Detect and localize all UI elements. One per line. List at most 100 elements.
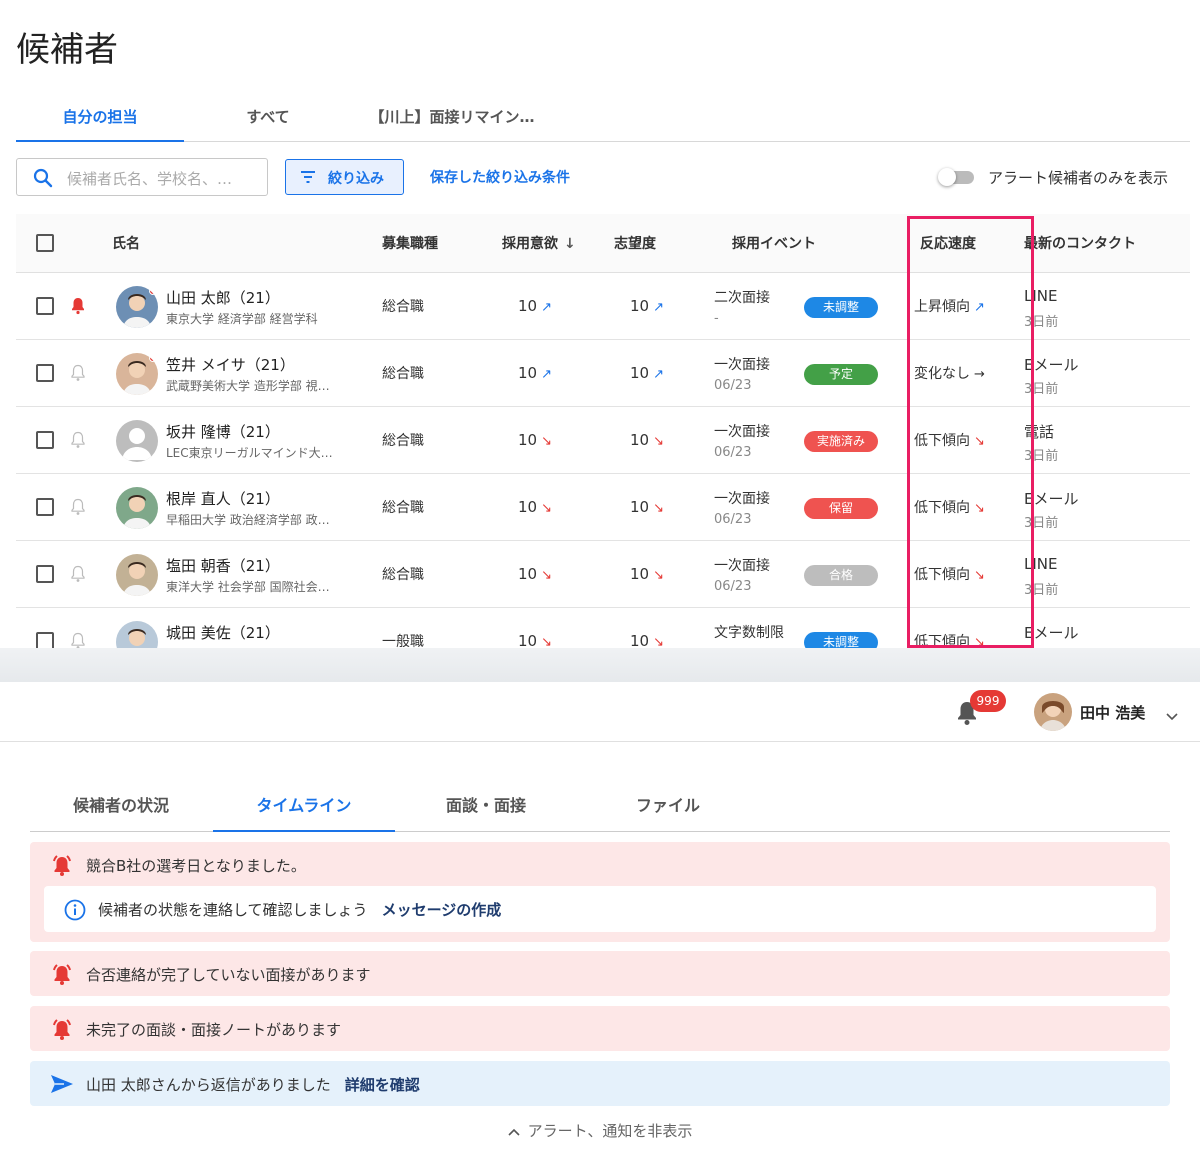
trend-arrow-icon: ↘ [653, 634, 664, 649]
reaction-speed: 上昇傾向 [914, 298, 970, 315]
table-row[interactable]: 根岸 直人（21） 早稲田大学 政治経済学部 政… 総合職 10 ↘ 10 ↘ 一次面接 06/… [16, 473, 1190, 541]
select-all-checkbox[interactable] [36, 233, 54, 252]
row-checkbox[interactable] [36, 430, 54, 449]
user-avatar[interactable] [1034, 693, 1072, 731]
alarm-bell-icon [50, 1018, 74, 1044]
column-header-job[interactable]: 募集職種 [370, 214, 482, 273]
table-row[interactable]: 塩田 朝香（21） 東洋大学 社会学部 国際社会… 総合職 10 ↘ 10 ↘ 一次面接 06/… [16, 540, 1190, 608]
trend-arrow-icon: ↘ [974, 433, 985, 449]
alert-only-toggle[interactable] [938, 168, 976, 186]
tab-candidate-status[interactable]: 候補者の状況 [30, 786, 212, 832]
create-message-link[interactable]: メッセージの作成 [382, 901, 502, 919]
search-icon [33, 168, 53, 192]
intent-value: 10 [518, 564, 538, 583]
candidate-name[interactable]: 笠井 メイサ（21） [166, 354, 295, 375]
tab-kawakami-reminder[interactable]: 【川上】面接リマイン… [352, 96, 552, 142]
notification-count-badge: 999 [970, 690, 1006, 712]
status-badge: 予定 [804, 363, 878, 385]
column-header-name[interactable]: 氏名 [104, 214, 370, 273]
status-dot [149, 286, 157, 295]
bell-icon[interactable] [70, 632, 86, 648]
desire-value: 10 [630, 363, 650, 382]
alert-text: 合否連絡が完了していない面接があります [86, 966, 371, 984]
trend-arrow-icon: ↘ [541, 567, 552, 583]
event-date: 06/23 [714, 444, 752, 460]
column-header-intent[interactable]: 採用意欲 ↓ [482, 214, 594, 273]
candidate-name[interactable]: 根岸 直人（21） [166, 488, 280, 509]
alert-only-toggle-label: アラート候補者のみを表示 [988, 169, 1169, 187]
avatar [116, 620, 158, 648]
column-header-desire[interactable]: 志望度 [594, 214, 706, 273]
alert-incomplete-notes: 未完了の面談・面接ノートがあります [30, 1006, 1170, 1051]
info-icon [64, 899, 86, 925]
list-tabs: 自分の担当 すべて 【川上】面接リマイン… [16, 96, 1190, 142]
table-row[interactable]: 山田 太郎（21） 東京大学 経済学部 経営学科 総合職 10 ↗ 10 ↗ 二次面接 - 未調整… [16, 272, 1190, 340]
candidate-list-screen: 候補者 自分の担当 すべて 【川上】面接リマイン… 候補者氏名、学校名、… 絞り… [0, 0, 1200, 648]
user-name[interactable]: 田中 浩美 [1080, 702, 1145, 723]
avatar [116, 486, 158, 529]
status-badge: 保留 [804, 497, 878, 519]
alarm-bell-icon [50, 854, 74, 880]
candidate-name[interactable]: 塩田 朝香（21） [166, 555, 280, 576]
event-date: 06/23 [714, 578, 752, 594]
hide-alerts-link[interactable]: アラート、通知を非表示 [0, 1120, 1200, 1141]
search-input[interactable]: 候補者氏名、学校名、… [16, 158, 268, 196]
contact-date: 3日前 [1024, 515, 1059, 531]
tab-all[interactable]: すべて [184, 96, 352, 142]
event-name: 一次面接 [714, 557, 770, 574]
avatar [116, 553, 158, 596]
intent-value: 10 [518, 631, 538, 649]
trend-arrow-icon: ↘ [974, 567, 985, 583]
tab-timeline[interactable]: タイムライン [213, 786, 395, 832]
tab-mine[interactable]: 自分の担当 [16, 96, 184, 142]
job-type: 総合職 [370, 473, 482, 541]
row-checkbox[interactable] [36, 497, 54, 516]
column-header-event[interactable]: 採用イベント [706, 214, 892, 273]
column-header-contact[interactable]: 最新のコンタクト [1012, 214, 1190, 273]
candidate-table: 氏名 募集職種 採用意欲 ↓ 志望度 採用イベント 反応速度 最新のコンタクト 山… [16, 214, 1190, 648]
bell-icon[interactable] [70, 364, 86, 382]
table-row[interactable]: 城田 美佐（21） 一般職 10 ↘ 10 ↘ 文字数制限 未調整 低下傾向 ↘ Eメール [16, 607, 1190, 648]
reaction-speed: 低下傾向 [914, 566, 970, 583]
contact-date: 3日前 [1024, 582, 1059, 598]
filter-button-label: 絞り込み [328, 171, 384, 187]
search-placeholder: 候補者氏名、学校名、… [67, 170, 233, 188]
row-checkbox[interactable] [36, 363, 54, 382]
status-badge: 合格 [804, 564, 878, 586]
alert-suggestion-card: 候補者の状態を連絡して確認しましょう メッセージの作成 [44, 886, 1156, 932]
chevron-up-icon [508, 1122, 520, 1140]
sort-desc-icon[interactable]: ↓ [564, 236, 576, 252]
bell-icon[interactable] [70, 431, 86, 449]
desire-value: 10 [630, 430, 650, 449]
avatar [116, 352, 158, 395]
contact-method: LINE [1024, 554, 1058, 573]
view-details-link[interactable]: 詳細を確認 [345, 1076, 420, 1094]
trend-arrow-icon: ↗ [541, 366, 552, 382]
table-row[interactable]: 笠井 メイサ（21） 武蔵野美術大学 造形学部 視… 総合職 10 ↗ 10 ↗ 一次面接 06… [16, 339, 1190, 407]
saved-filters-link[interactable]: 保存した絞り込み条件 [430, 167, 570, 187]
event-date: 06/23 [714, 511, 752, 527]
alert-text: 競合B社の選考日となりました。 [86, 857, 306, 875]
candidate-name[interactable]: 坂井 隆博（21） [166, 421, 280, 442]
chevron-down-icon[interactable] [1166, 706, 1178, 725]
notice-reply-received: 山田 太郎さんから返信がありました 詳細を確認 [30, 1061, 1170, 1106]
alert-bell-icon[interactable] [70, 297, 86, 315]
filter-button[interactable]: 絞り込み [285, 159, 404, 195]
bell-icon[interactable] [70, 565, 86, 583]
column-header-reaction[interactable]: 反応速度 [892, 214, 1012, 273]
bell-icon[interactable] [70, 498, 86, 516]
candidate-school: 早稲田大学 政治経済学部 政… [166, 512, 330, 527]
desire-value: 10 [630, 564, 650, 583]
reaction-speed: 低下傾向 [914, 633, 970, 649]
row-checkbox[interactable] [36, 631, 54, 648]
row-checkbox[interactable] [36, 296, 54, 315]
alarm-bell-icon [50, 963, 74, 989]
row-checkbox[interactable] [36, 564, 54, 583]
candidate-name[interactable]: 山田 太郎（21） [166, 287, 280, 308]
table-row[interactable]: 坂井 隆博（21） LEC東京リーガルマインド大… 総合職 10 ↘ 10 ↘ 一次面接 06/… [16, 406, 1190, 474]
tab-interviews[interactable]: 面談・面接 [395, 786, 577, 832]
contact-method: Eメール [1024, 489, 1079, 508]
contact-date: 3日前 [1024, 381, 1059, 397]
tab-files[interactable]: ファイル [577, 786, 759, 832]
candidate-name[interactable]: 城田 美佐（21） [166, 622, 280, 643]
